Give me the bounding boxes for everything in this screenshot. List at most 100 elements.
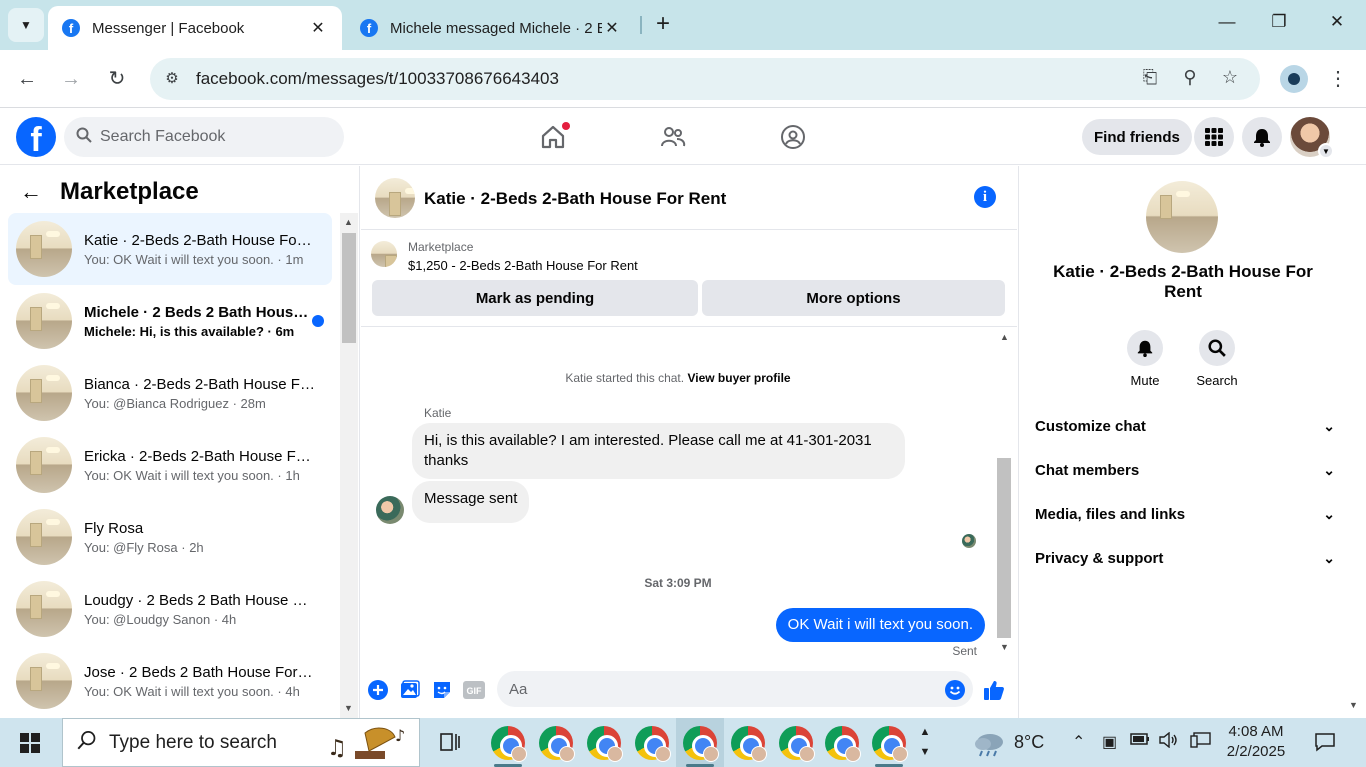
auto-reply-message[interactable]: Message sent (412, 481, 530, 523)
facebook-search[interactable] (64, 117, 344, 157)
chat-details-avatar[interactable] (1146, 181, 1218, 253)
chrome-profile-icon[interactable] (825, 726, 861, 762)
notifications-bell-icon[interactable] (1242, 117, 1282, 157)
windows-start-icon[interactable] (20, 733, 40, 753)
mute-button[interactable]: Mute (1110, 330, 1180, 388)
menu-grid-icon[interactable] (1194, 117, 1234, 157)
outgoing-message[interactable]: OK Wait i will text you soon. (775, 608, 985, 642)
tab-michele[interactable]: f Michele messaged Michele · 2 B ✕ (346, 6, 636, 50)
mark-as-pending-button[interactable]: Mark as pending (372, 280, 698, 316)
bell-icon[interactable] (1127, 330, 1163, 366)
battery-icon[interactable] (1130, 732, 1150, 751)
site-info-icon[interactable]: ⚙ (162, 69, 182, 89)
tray-chevron-up-icon[interactable]: ⌃ (1072, 732, 1085, 752)
forward-button[interactable]: → (58, 66, 84, 92)
task-view-icon[interactable] (438, 730, 462, 754)
back-arrow-icon[interactable]: ← (20, 179, 42, 205)
notification-center-icon[interactable] (1314, 732, 1336, 752)
conversation-item-bianca[interactable]: Bianca · 2-Beds 2-Bath House For Rent Yo… (8, 357, 332, 429)
add-plus-icon[interactable] (367, 679, 389, 701)
reload-button[interactable]: ↻ (104, 66, 130, 92)
network-icon[interactable] (1190, 732, 1212, 753)
scroll-up-icon[interactable]: ▲ (1000, 332, 1009, 342)
more-options-button[interactable]: More options (702, 280, 1005, 316)
conversation-item-michele[interactable]: Michele · 2 Beds 2 Bath House For Rent M… (8, 285, 332, 357)
media-files-links-section[interactable]: Media, files and links ⌄ (1035, 492, 1335, 536)
chevron-down-icon: ⌄ (1323, 549, 1335, 566)
url-text[interactable]: facebook.com/messages/t/1003370867664340… (196, 69, 559, 89)
conversation-item-loudgy[interactable]: Loudgy · 2 Beds 2 Bath House For Rent Yo… (8, 573, 332, 645)
minimize-button[interactable]: — (1212, 12, 1242, 38)
thumbs-up-icon[interactable] (983, 679, 1005, 701)
chat-header: Katie · 2-Beds 2-Bath House For Rent i (361, 166, 1017, 230)
close-window-button[interactable]: ✕ (1322, 12, 1352, 38)
emoji-icon[interactable] (944, 679, 966, 701)
camera-icon[interactable]: ▣ (1102, 732, 1117, 752)
chrome-profile-icon[interactable] (587, 726, 623, 762)
scroll-down-icon[interactable]: ▼ (344, 703, 353, 713)
address-bar[interactable]: ⚙ facebook.com/messages/t/10033708676643… (150, 58, 1260, 100)
chat-members-section[interactable]: Chat members ⌄ (1035, 448, 1335, 492)
tab-search-button[interactable]: ▼ (8, 8, 44, 42)
conversation-item-jose[interactable]: Jose · 2 Beds 2 Bath House For Rent You:… (8, 645, 332, 717)
facebook-search-input[interactable] (100, 128, 320, 146)
scroll-up-icon[interactable]: ▲ (344, 217, 353, 227)
chrome-profile-icon[interactable] (539, 726, 575, 762)
photo-icon[interactable] (399, 679, 421, 701)
search-icon[interactable] (1199, 330, 1235, 366)
thread-scrollbar[interactable]: ▲ ▼ (995, 328, 1015, 658)
zoom-icon[interactable]: ⚲ (1178, 67, 1202, 91)
find-friends-button[interactable]: Find friends (1082, 119, 1192, 155)
chrome-profile-icon[interactable] (491, 726, 527, 762)
new-tab-button[interactable]: + (650, 12, 676, 38)
scrollbar-thumb[interactable] (342, 233, 356, 343)
tab-messenger[interactable]: f Messenger | Facebook ✕ (48, 6, 342, 50)
profile-avatar[interactable]: ▼ (1290, 117, 1334, 159)
groups-icon[interactable] (779, 123, 807, 151)
listing-title[interactable]: $1,250 - 2-Beds 2-Bath House For Rent (408, 258, 638, 273)
sticker-icon[interactable] (431, 679, 453, 701)
chrome-profile-icon[interactable] (872, 726, 908, 762)
listing-thumbnail[interactable] (371, 241, 397, 267)
system-clock[interactable]: 4:08 AM 2/2/2025 (1224, 722, 1288, 762)
close-tab-icon[interactable]: ✕ (308, 18, 328, 38)
temperature[interactable]: 8°C (1014, 732, 1044, 753)
taskbar-overflow-chevrons[interactable]: ▲ ▼ (918, 722, 932, 762)
chat-title[interactable]: Katie · 2-Beds 2-Bath House For Rent (424, 189, 726, 209)
close-tab-icon[interactable]: ✕ (602, 18, 622, 38)
conversation-item-ericka[interactable]: Ericka · 2-Beds 2-Bath House For Rent Yo… (8, 429, 332, 501)
sidebar-scrollbar[interactable]: ▲ ▼ (340, 213, 358, 718)
bookmark-star-icon[interactable]: ☆ (1218, 67, 1242, 91)
back-button[interactable]: ← (14, 66, 40, 92)
info-icon[interactable]: i (974, 186, 996, 208)
gif-icon[interactable]: GIF (463, 679, 485, 701)
scroll-down-icon[interactable]: ▼ (1000, 642, 1009, 652)
chrome-profile-icon[interactable] (731, 726, 767, 762)
chrome-profile-icon[interactable] (635, 726, 671, 762)
conversation-item-fly-rosa[interactable]: Fly Rosa You: @Fly Rosa · 2h (8, 501, 332, 573)
scrollbar-thumb[interactable] (997, 458, 1011, 638)
chrome-profile-icon[interactable] (779, 726, 815, 762)
search-conversation-button[interactable]: Search (1182, 330, 1252, 388)
chat-avatar[interactable] (375, 178, 415, 218)
scroll-down-icon[interactable]: ▼ (1349, 700, 1358, 710)
incoming-message[interactable]: Hi, is this available? I am interested. … (412, 423, 905, 479)
weather-cloud-icon[interactable] (972, 728, 1006, 758)
customize-chat-section[interactable]: Customize chat ⌄ (1035, 404, 1335, 448)
install-app-icon[interactable]: ⎗ (1138, 67, 1162, 91)
browser-profile-icon[interactable] (1280, 65, 1308, 93)
facebook-logo-icon[interactable]: f (16, 117, 56, 157)
volume-icon[interactable] (1158, 731, 1178, 753)
taskbar-search[interactable]: ♫ ♪ (62, 718, 420, 767)
browser-menu-icon[interactable]: ⋮ (1328, 66, 1348, 92)
view-buyer-profile-link[interactable]: View buyer profile (687, 371, 790, 385)
restore-button[interactable]: ❐ (1264, 12, 1294, 38)
conversation-item-katie[interactable]: Katie · 2-Beds 2-Bath House For Rent You… (8, 213, 332, 285)
privacy-support-section[interactable]: Privacy & support ⌄ (1035, 536, 1335, 580)
friends-icon[interactable] (659, 123, 687, 151)
sender-avatar[interactable] (376, 496, 404, 524)
taskbar-search-input[interactable] (109, 731, 319, 754)
chevron-down-icon[interactable]: ▼ (1318, 143, 1334, 159)
message-input[interactable] (497, 671, 973, 707)
chrome-profile-icon[interactable] (683, 726, 719, 762)
